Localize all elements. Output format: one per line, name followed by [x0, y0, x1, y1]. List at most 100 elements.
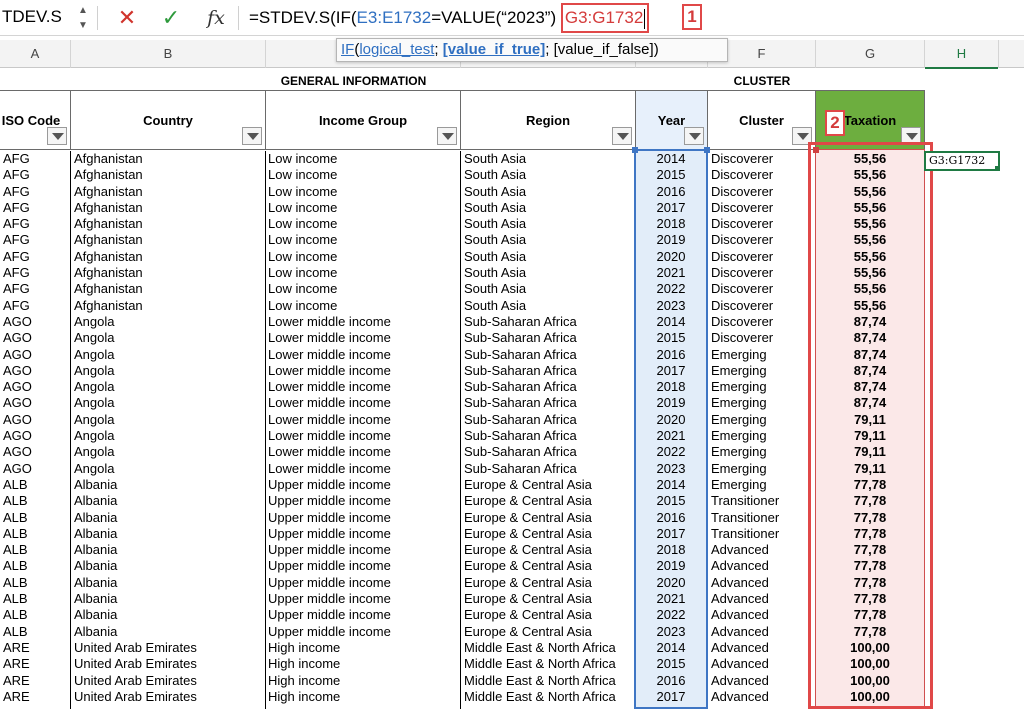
cell-taxation[interactable]: 55,56 [816, 281, 924, 297]
cell-year[interactable]: 2016 [636, 347, 706, 363]
cell-iso-code[interactable]: ARE [3, 689, 67, 705]
cell-region[interactable]: Europe & Central Asia [464, 591, 632, 607]
cell-income-group[interactable]: Upper middle income [268, 477, 458, 493]
cell-iso-code[interactable]: ALB [3, 493, 67, 509]
cell-region[interactable]: South Asia [464, 151, 632, 167]
cell-country[interactable]: United Arab Emirates [74, 640, 264, 656]
cell-cluster[interactable]: Emerging [711, 428, 815, 444]
cell-year[interactable]: 2021 [636, 591, 706, 607]
cell-income-group[interactable]: Upper middle income [268, 607, 458, 623]
cell-iso-code[interactable]: ALB [3, 558, 67, 574]
cell-income-group[interactable]: Upper middle income [268, 493, 458, 509]
cell-income-group[interactable]: Low income [268, 216, 458, 232]
cell-cluster[interactable]: Discoverer [711, 314, 815, 330]
column-letter-a[interactable]: A [0, 40, 71, 68]
cell-income-group[interactable]: Low income [268, 200, 458, 216]
cell-iso-code[interactable]: AGO [3, 363, 67, 379]
cell-region[interactable]: South Asia [464, 298, 632, 314]
tooltip-arg-value-if-true[interactable]: [value_if_true] [443, 41, 546, 58]
column-letter-g[interactable]: G [816, 40, 925, 68]
cell-year[interactable]: 2015 [636, 167, 706, 183]
cell-income-group[interactable]: Upper middle income [268, 542, 458, 558]
cell-country[interactable]: Albania [74, 575, 264, 591]
cell-country[interactable]: United Arab Emirates [74, 656, 264, 672]
cell-year[interactable]: 2023 [636, 624, 706, 640]
cell-cluster[interactable]: Emerging [711, 395, 815, 411]
cell-income-group[interactable]: Upper middle income [268, 591, 458, 607]
cell-cluster[interactable]: Emerging [711, 363, 815, 379]
cell-iso-code[interactable]: ALB [3, 591, 67, 607]
cell-income-group[interactable]: Upper middle income [268, 624, 458, 640]
cell-region[interactable]: Europe & Central Asia [464, 542, 632, 558]
cell-region[interactable]: Middle East & North Africa [464, 640, 632, 656]
cell-cluster[interactable]: Advanced [711, 640, 815, 656]
cell-year[interactable]: 2015 [636, 493, 706, 509]
cell-iso-code[interactable]: AGO [3, 330, 67, 346]
cell-year[interactable]: 2023 [636, 298, 706, 314]
cell-region[interactable]: Sub-Saharan Africa [464, 379, 632, 395]
cell-iso-code[interactable]: ALB [3, 526, 67, 542]
cell-taxation[interactable]: 55,56 [816, 249, 924, 265]
cell-region[interactable]: South Asia [464, 265, 632, 281]
cell-taxation[interactable]: 55,56 [816, 200, 924, 216]
cell-cluster[interactable]: Advanced [711, 624, 815, 640]
cell-country[interactable]: Albania [74, 510, 264, 526]
cell-taxation[interactable]: 77,78 [816, 493, 924, 509]
cell-year[interactable]: 2020 [636, 575, 706, 591]
cell-iso-code[interactable]: AFG [3, 200, 67, 216]
cell-country[interactable]: Angola [74, 461, 264, 477]
cell-country[interactable]: Afghanistan [74, 249, 264, 265]
cell-country[interactable]: Angola [74, 444, 264, 460]
cell-income-group[interactable]: Lower middle income [268, 428, 458, 444]
cell-year[interactable]: 2020 [636, 249, 706, 265]
filter-dropdown-icon[interactable] [437, 127, 457, 145]
cell-year[interactable]: 2019 [636, 232, 706, 248]
cell-year[interactable]: 2023 [636, 461, 706, 477]
cell-cluster[interactable]: Emerging [711, 461, 815, 477]
cell-year[interactable]: 2015 [636, 330, 706, 346]
cell-year[interactable]: 2014 [636, 640, 706, 656]
cell-year[interactable]: 2018 [636, 216, 706, 232]
cell-region[interactable]: Europe & Central Asia [464, 510, 632, 526]
cell-year[interactable]: 2019 [636, 558, 706, 574]
cell-iso-code[interactable]: AFG [3, 281, 67, 297]
cell-taxation[interactable]: 77,78 [816, 542, 924, 558]
chevron-down-icon[interactable]: ▼ [74, 18, 92, 33]
cell-iso-code[interactable]: AFG [3, 167, 67, 183]
cell-country[interactable]: Albania [74, 526, 264, 542]
filter-dropdown-icon[interactable] [792, 127, 812, 145]
cell-region[interactable]: Sub-Saharan Africa [464, 461, 632, 477]
cell-income-group[interactable]: Lower middle income [268, 395, 458, 411]
cell-region[interactable]: South Asia [464, 167, 632, 183]
cell-country[interactable]: Albania [74, 477, 264, 493]
cell-income-group[interactable]: Lower middle income [268, 412, 458, 428]
cell-region[interactable]: Middle East & North Africa [464, 656, 632, 672]
cell-taxation[interactable]: 55,56 [816, 216, 924, 232]
cell-iso-code[interactable]: AFG [3, 184, 67, 200]
cell-cluster[interactable]: Advanced [711, 558, 815, 574]
cell-country[interactable]: Afghanistan [74, 167, 264, 183]
cell-income-group[interactable]: Lower middle income [268, 314, 458, 330]
cell-income-group[interactable]: Low income [268, 265, 458, 281]
cell-taxation[interactable]: 79,11 [816, 444, 924, 460]
cell-income-group[interactable]: Low income [268, 249, 458, 265]
insert-function-icon[interactable]: fx [203, 3, 229, 33]
cell-taxation[interactable]: 55,56 [816, 298, 924, 314]
cell-year[interactable]: 2020 [636, 412, 706, 428]
cell-iso-code[interactable]: AGO [3, 412, 67, 428]
cell-year[interactable]: 2017 [636, 689, 706, 705]
cell-year[interactable]: 2017 [636, 200, 706, 216]
cell-region[interactable]: South Asia [464, 216, 632, 232]
cell-country[interactable]: Albania [74, 493, 264, 509]
cell-taxation[interactable]: 55,56 [816, 184, 924, 200]
cell-country[interactable]: Afghanistan [74, 281, 264, 297]
cell-taxation[interactable]: 87,74 [816, 347, 924, 363]
cell-country[interactable]: Angola [74, 330, 264, 346]
cell-iso-code[interactable]: AGO [3, 395, 67, 411]
cell-country[interactable]: Afghanistan [74, 216, 264, 232]
active-cell-editor[interactable]: G3:G1732 [924, 151, 1000, 171]
tooltip-function-link[interactable]: IF [341, 41, 354, 58]
cell-cluster[interactable]: Discoverer [711, 265, 815, 281]
cell-iso-code[interactable]: AFG [3, 232, 67, 248]
cell-country[interactable]: Albania [74, 558, 264, 574]
